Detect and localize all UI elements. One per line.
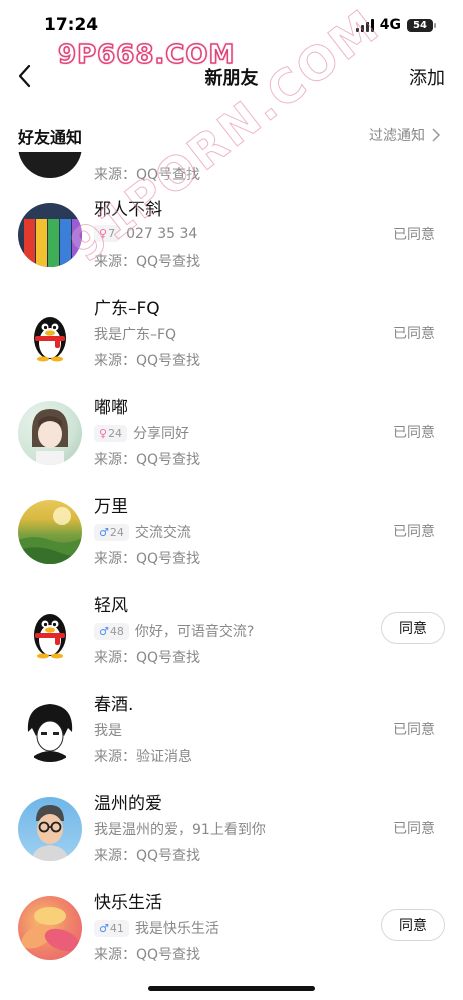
request-message: 分享同好 — [133, 426, 190, 442]
cartoon-man-icon — [32, 805, 68, 861]
source-text: 来源：验证消息 — [94, 749, 192, 765]
request-message-line: ♀ 24 分享同好 — [94, 423, 189, 443]
qq-penguin-avatar[interactable] — [18, 302, 82, 366]
source-text: 来源：QQ号查找 — [94, 848, 201, 864]
request-message-line: ♂ 41 我是快乐生活 — [94, 918, 219, 938]
list-item[interactable]: 春酒. 我是 来源：验证消息 已同意 — [0, 685, 463, 784]
contact-name: 嘟嘟 — [94, 398, 128, 418]
contact-name: 邪人不斜 — [94, 200, 162, 220]
status-agreed: 已同意 — [393, 722, 435, 738]
home-indicator[interactable] — [148, 986, 315, 991]
contact-name: 温州的爱 — [94, 794, 162, 814]
network-type: 4G — [379, 17, 401, 33]
request-message-line: ♂ 48 你好，可语音交流? — [94, 621, 254, 641]
field-avatar[interactable] — [18, 500, 82, 564]
age: 7 — [108, 227, 116, 240]
contact-name: 万里 — [94, 497, 128, 517]
agree-button[interactable]: 同意 — [381, 612, 445, 644]
filter-label: 过滤通知 — [369, 128, 425, 144]
penguin-icon — [34, 614, 66, 659]
gender-age-badge: ♂ 41 — [94, 919, 129, 937]
list-item[interactable]: 来源：QQ号查找 — [0, 152, 463, 190]
age: 24 — [109, 525, 124, 539]
list-item[interactable]: 邪人不斜 ♀ 7 027 35 34 来源：QQ号查找 已同意 — [0, 190, 463, 289]
source-text: 来源：QQ号查找 — [94, 353, 201, 369]
avatar — [18, 152, 82, 178]
list-item[interactable]: 万里 ♂ 24 交流交流 来源：QQ号查找 已同意 — [0, 487, 463, 586]
status-time: 17:24 — [44, 15, 99, 35]
request-message-line: ♂ 24 交流交流 — [94, 522, 191, 542]
source-text: 来源：QQ号查找 — [94, 452, 201, 468]
section-header: 好友通知 过滤通知 — [0, 116, 463, 152]
male-icon: ♂ — [99, 525, 109, 539]
age: 48 — [109, 624, 124, 638]
source-text: 来源：QQ号查找 — [94, 254, 201, 270]
male-icon: ♂ — [99, 624, 109, 638]
request-message-line: 我是 — [94, 720, 122, 740]
contact-name: 春酒. — [94, 695, 134, 715]
gender-age-badge: ♂ 48 — [94, 622, 129, 640]
flower-avatar[interactable] — [18, 896, 82, 960]
source-text: 来源：QQ号查找 — [94, 167, 201, 183]
contact-name: 广东–FQ — [94, 299, 160, 319]
request-message: 我是快乐生活 — [134, 921, 219, 937]
anime-boy-avatar[interactable] — [18, 698, 82, 762]
contact-name: 快乐生活 — [94, 893, 162, 913]
add-button[interactable]: 添加 — [409, 64, 445, 90]
request-message: 我是广东–FQ — [94, 327, 177, 343]
request-message: 你好，可语音交流? — [134, 624, 255, 640]
female-icon: ♀ — [99, 426, 108, 440]
request-message-line: ♀ 7 027 35 34 — [94, 225, 197, 242]
gender-age-badge: ♀ 7 — [94, 225, 121, 242]
gender-age-badge: ♂ 24 — [94, 523, 129, 541]
gender-age-badge: ♀ 24 — [94, 424, 128, 442]
status-agreed: 已同意 — [393, 524, 435, 540]
source-text: 来源：QQ号查找 — [94, 551, 201, 567]
qq-penguin-avatar[interactable] — [18, 599, 82, 663]
chevron-right-icon — [432, 128, 441, 142]
request-list: 来源：QQ号查找 邪人不斜 ♀7 027 35 34 来源：QQ号查找 已同意 — [0, 152, 463, 1000]
penguin-icon — [34, 317, 66, 362]
battery-icon: 54 — [407, 18, 436, 32]
section-title: 好友通知 — [18, 128, 83, 147]
pencils-avatar[interactable] — [18, 203, 82, 267]
age: 41 — [109, 921, 124, 935]
signal-icon — [355, 18, 374, 32]
source-text: 来源：QQ号查找 — [94, 650, 201, 666]
male-icon: ♂ — [99, 921, 109, 935]
list-item[interactable]: 温州的爱 我是温州的爱，91上看到你 来源：QQ号查找 已同意 — [0, 784, 463, 883]
request-message: 我是温州的爱，91上看到你 — [94, 822, 266, 838]
list-item[interactable]: 快乐生活 ♂ 41 我是快乐生活 来源：QQ号查找 同意 — [0, 883, 463, 982]
source-text: 来源：QQ号查找 — [94, 947, 201, 963]
request-message-line: 我是广东–FQ — [94, 324, 176, 344]
request-message: 我是 — [94, 723, 122, 739]
agree-button[interactable]: 同意 — [381, 909, 445, 941]
watermark-logo: 9P668.COM — [57, 39, 236, 71]
status-agreed: 已同意 — [393, 326, 435, 342]
cartoon-man-avatar[interactable] — [18, 797, 82, 861]
list-item[interactable]: 轻风 ♂ 48 你好，可语音交流? 来源：QQ号查找 同意 — [0, 586, 463, 685]
contact-name: 轻风 — [94, 596, 128, 616]
filter-notifications-link[interactable]: 过滤通知 — [369, 125, 441, 145]
anime-boy-icon — [27, 704, 73, 762]
sunset-field-icon — [18, 507, 82, 564]
status-agreed: 已同意 — [393, 821, 435, 837]
anime-portrait-avatar[interactable] — [18, 401, 82, 465]
request-message-line: 我是温州的爱，91上看到你 — [94, 819, 266, 839]
status-indicators: 4G 54 — [355, 17, 436, 33]
request-message: 交流交流 — [134, 525, 191, 541]
status-agreed: 已同意 — [393, 425, 435, 441]
list-item[interactable]: 广东–FQ 我是广东–FQ 来源：QQ号查找 已同意 — [0, 289, 463, 388]
flower-icon — [21, 907, 80, 952]
status-agreed: 已同意 — [393, 227, 435, 243]
age: 24 — [108, 426, 123, 440]
female-icon: ♀ — [99, 227, 108, 240]
portrait-icon — [32, 409, 68, 465]
request-message: 027 35 34 — [126, 225, 198, 242]
list-item[interactable]: 嘟嘟 ♀ 24 分享同好 来源：QQ号查找 已同意 — [0, 388, 463, 487]
